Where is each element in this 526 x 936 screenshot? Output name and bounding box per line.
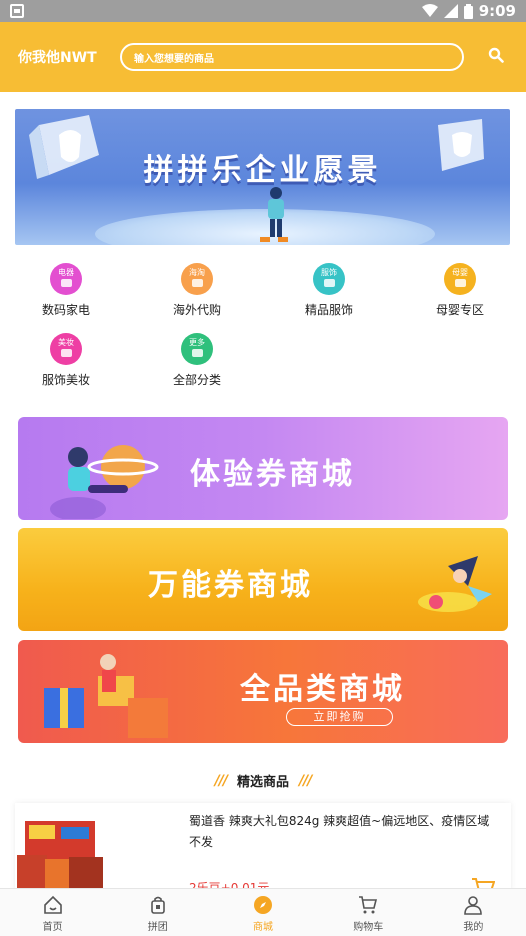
beauty-icon: 美妆	[50, 333, 82, 365]
tab-cart[interactable]: 购物车	[316, 889, 421, 936]
baby-icon: 母婴	[444, 263, 476, 295]
product-card[interactable]: 蜀道香 辣爽大礼包824g 辣爽超值~偏远地区、疫情区域不发 2乐豆+0.01元	[15, 803, 511, 895]
tab-label: 商城	[253, 922, 273, 933]
title-decoration: ///	[214, 772, 228, 789]
appliance-icon: 电器	[50, 263, 82, 295]
tab-label: 拼团	[147, 922, 168, 933]
category-overseas[interactable]: 海淘 海外代购	[147, 263, 247, 318]
category-digital[interactable]: 电器 数码家电	[16, 263, 116, 318]
category-label: 服饰美妆	[41, 373, 90, 387]
user-icon	[464, 896, 483, 915]
category-label: 全部分类	[172, 373, 221, 387]
category-label: 母婴专区	[435, 303, 484, 317]
tab-label: 首页	[42, 922, 63, 933]
astronaut-illustration-icon	[50, 445, 159, 519]
promo-universal-voucher[interactable]: 万能券商城	[18, 528, 508, 631]
category-beauty[interactable]: 美妆 服饰美妆	[16, 333, 116, 388]
featured-section-title: /// 精选商品 ///	[0, 771, 526, 791]
category-baby[interactable]: 母婴 母婴专区	[410, 263, 510, 318]
promo-title: 全品类商城	[240, 672, 405, 707]
app-root: 9:09 你我他NWT 输入您想要的商品 拼拼乐企业愿景 电器 数码家电 海淘 …	[0, 0, 526, 936]
category-label: 数码家电	[41, 303, 90, 317]
search-button[interactable]	[488, 47, 508, 67]
tab-home[interactable]: 首页	[0, 889, 105, 936]
search-input[interactable]: 输入您想要的商品	[120, 43, 464, 71]
bottom-tab-bar: 首页 拼团 商城 购物车 我的	[0, 888, 526, 936]
section-title: 精选商品	[236, 775, 289, 790]
gift-illustration-icon	[44, 654, 168, 738]
clothing-icon: 服饰	[313, 263, 345, 295]
hero-banner[interactable]: 拼拼乐企业愿景	[15, 109, 510, 245]
notification-icon	[10, 4, 24, 18]
cart-icon	[359, 896, 378, 914]
search-icon	[488, 47, 504, 63]
top-header: 你我他NWT 输入您想要的商品	[0, 22, 526, 92]
compass-icon	[254, 896, 272, 914]
bag-icon	[150, 896, 165, 914]
promo-title: 万能券商城	[148, 568, 313, 603]
tab-label: 购物车	[353, 922, 384, 933]
title-decoration: ///	[299, 772, 312, 789]
home-icon	[43, 895, 62, 914]
banner-title: 拼拼乐企业愿景	[143, 153, 382, 188]
status-bar: 9:09	[0, 0, 526, 22]
category-label: 海外代购	[172, 303, 221, 317]
status-time: 9:09	[478, 2, 516, 20]
promo-all-category[interactable]: 全品类商城 立即抢购	[18, 640, 508, 743]
tab-mall[interactable]: 商城	[210, 889, 315, 936]
product-name: 蜀道香 辣爽大礼包824g 辣爽超值~偏远地区、疫情区域不发	[189, 814, 490, 849]
tab-label: 我的	[463, 922, 484, 933]
tab-group-buy[interactable]: 拼团	[105, 889, 210, 936]
overseas-icon: 海淘	[181, 263, 213, 295]
category-clothing[interactable]: 服饰 精品服饰	[279, 263, 379, 318]
buy-now-button[interactable]: 立即抢购	[286, 708, 393, 726]
tab-profile[interactable]: 我的	[421, 889, 526, 936]
wifi-icon	[421, 4, 438, 17]
category-label: 精品服饰	[304, 303, 353, 317]
plane-illustration-icon	[418, 556, 492, 612]
category-all[interactable]: 更多 全部分类	[147, 333, 247, 388]
battery-icon	[463, 3, 473, 19]
promo-experience-voucher[interactable]: 体验券商城	[18, 417, 508, 520]
brand-logo: 你我他NWT	[18, 50, 97, 66]
signal-icon	[443, 4, 458, 18]
promo-title: 体验券商城	[190, 457, 355, 492]
status-right: 9:09	[421, 2, 516, 20]
product-image	[17, 821, 103, 891]
more-icon: 更多	[181, 333, 213, 365]
